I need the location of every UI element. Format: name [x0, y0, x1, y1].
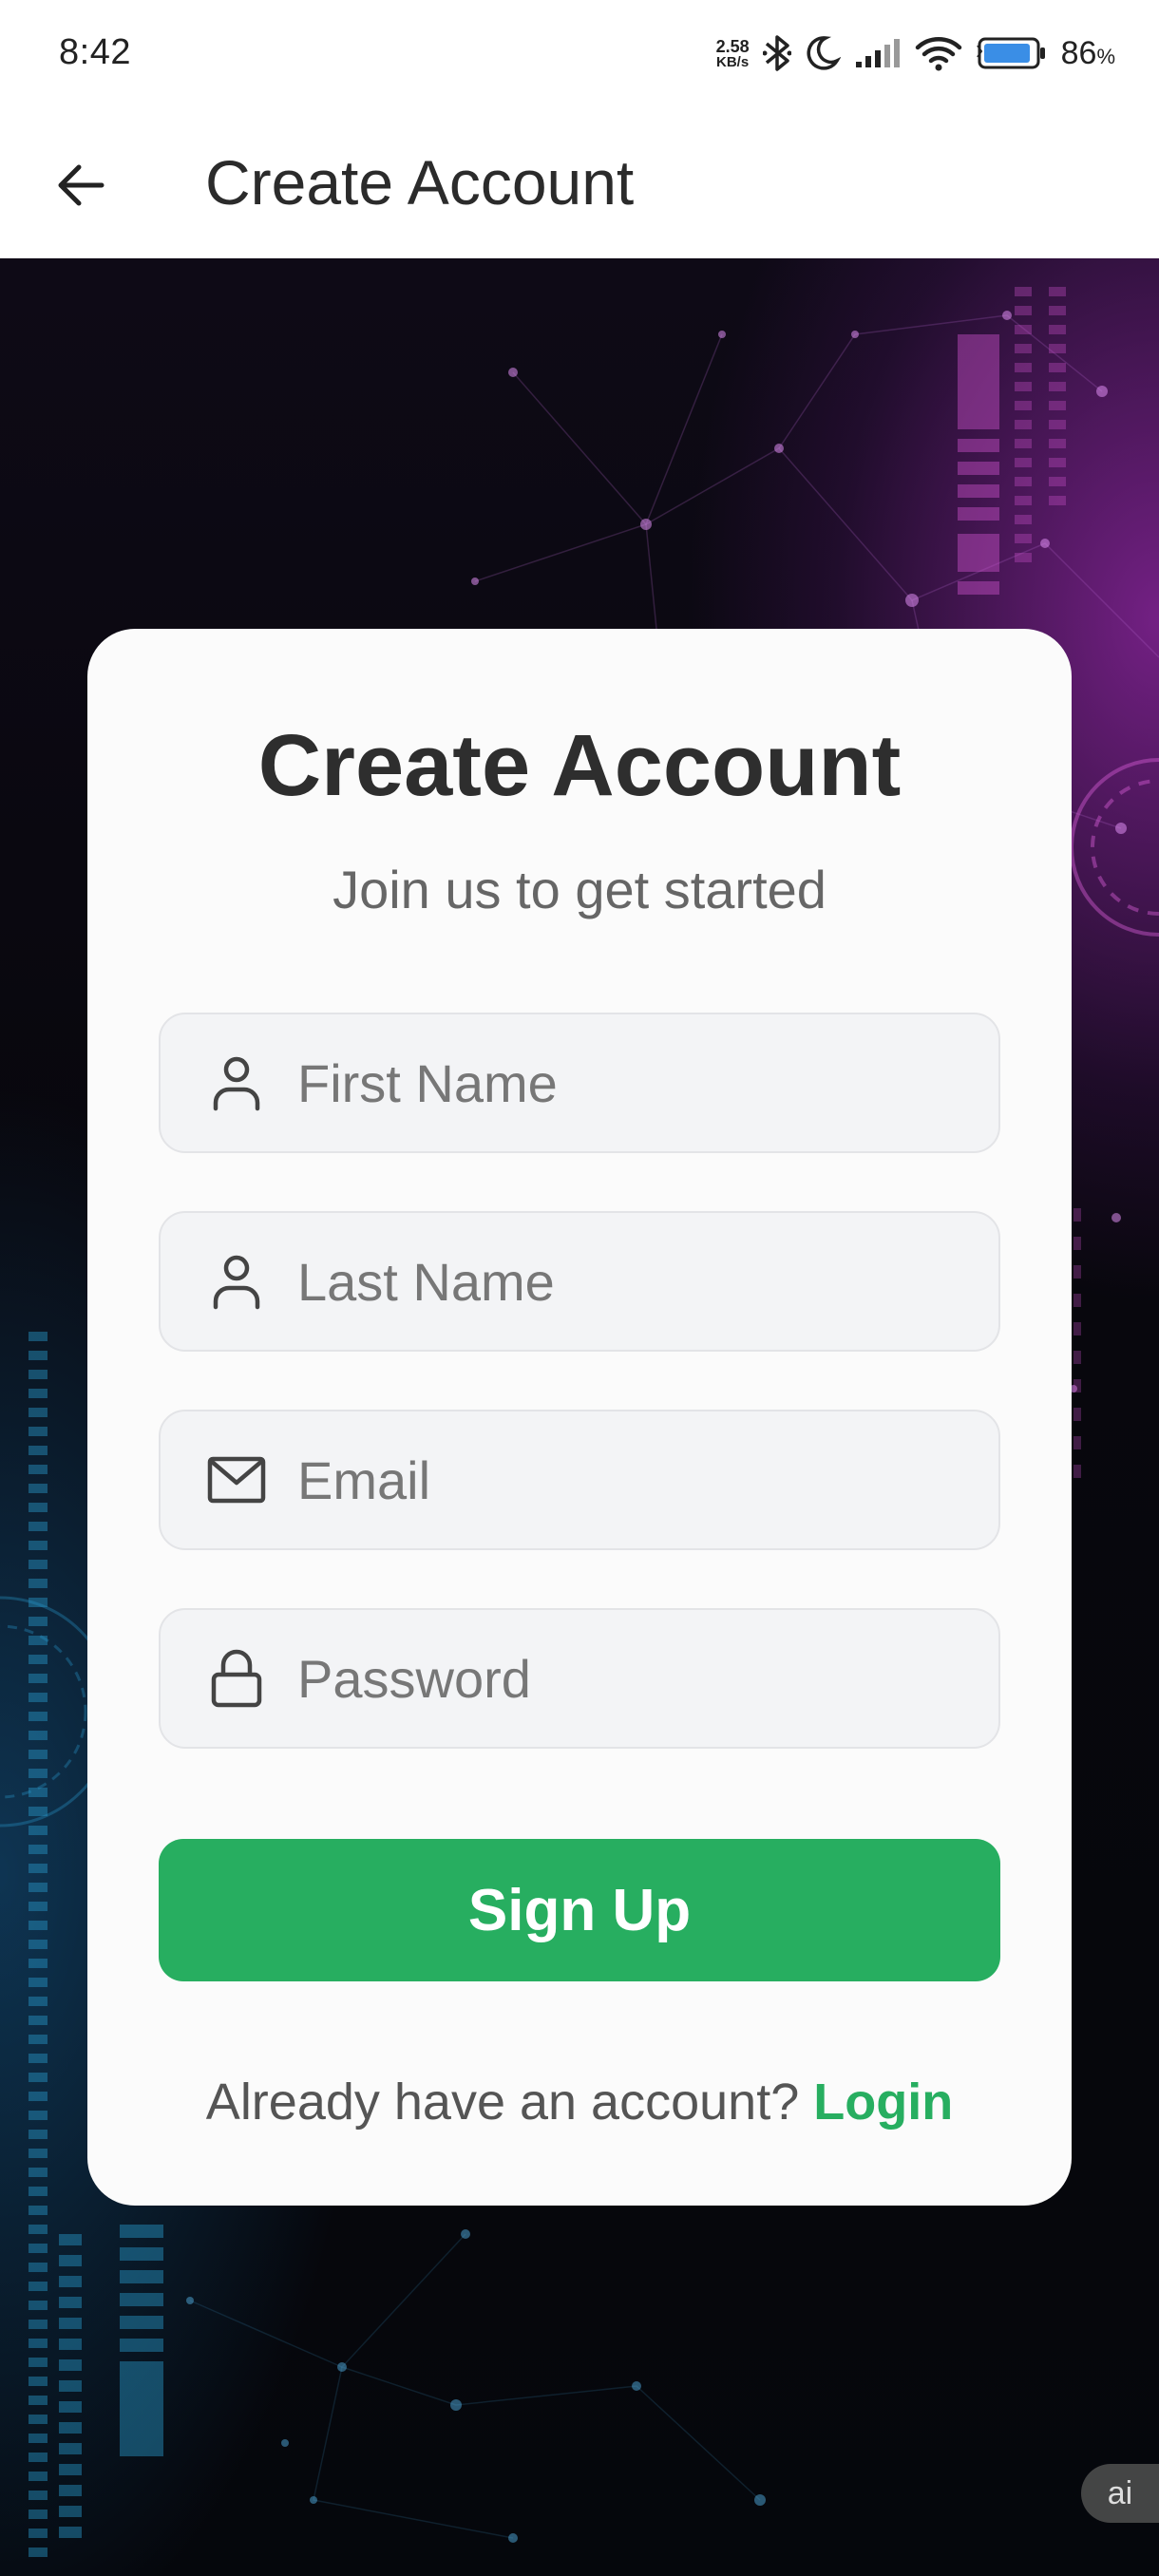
email-field[interactable]: [159, 1410, 1000, 1550]
bluetooth-icon: [762, 33, 791, 73]
email-input[interactable]: [297, 1449, 962, 1511]
first-name-field[interactable]: [159, 1013, 1000, 1153]
battery-percent: 86%: [1061, 35, 1115, 72]
app-bar: Create Account: [0, 110, 1159, 258]
signup-card: Create Account Join us to get started Si…: [87, 629, 1072, 2206]
status-time: 8:42: [59, 32, 131, 72]
password-input[interactable]: [297, 1647, 962, 1710]
app-bar-title: Create Account: [205, 147, 635, 218]
network-speed-value: 2.58: [715, 36, 750, 56]
battery-icon: [976, 34, 1048, 72]
signal-strength-icon: [854, 37, 902, 69]
network-speed-unit: KB/s: [715, 53, 750, 70]
login-link[interactable]: Login: [813, 2074, 953, 2131]
last-name-field[interactable]: [159, 1211, 1000, 1352]
do-not-disturb-moon-icon: [805, 34, 841, 72]
sign-up-button[interactable]: Sign Up: [159, 1839, 1000, 1981]
card-title: Create Account: [257, 717, 902, 814]
person-icon: [204, 1249, 269, 1314]
status-icons: 2.58 KB/s 86%: [716, 28, 1115, 78]
login-prompt: Already have an account? Login: [87, 2073, 1072, 2131]
back-button[interactable]: [38, 142, 124, 228]
mail-icon: [204, 1448, 269, 1512]
card-subtitle: Join us to get started: [332, 860, 826, 919]
battery-percent-sign: %: [1096, 44, 1115, 68]
network-speed: 2.58 KB/s: [716, 38, 750, 69]
status-bar: 8:42 2.58 KB/s 86%: [0, 0, 1159, 110]
ai-assistant-badge[interactable]: ai: [1081, 2464, 1159, 2523]
login-prompt-text: Already have an account?: [205, 2074, 814, 2131]
arrow-left-icon: [58, 164, 104, 206]
wifi-icon: [915, 34, 962, 72]
password-field[interactable]: [159, 1608, 1000, 1749]
person-icon: [204, 1051, 269, 1115]
lock-icon: [204, 1646, 269, 1711]
last-name-input[interactable]: [297, 1250, 962, 1313]
battery-percent-value: 86: [1060, 34, 1097, 71]
first-name-input[interactable]: [297, 1051, 962, 1114]
